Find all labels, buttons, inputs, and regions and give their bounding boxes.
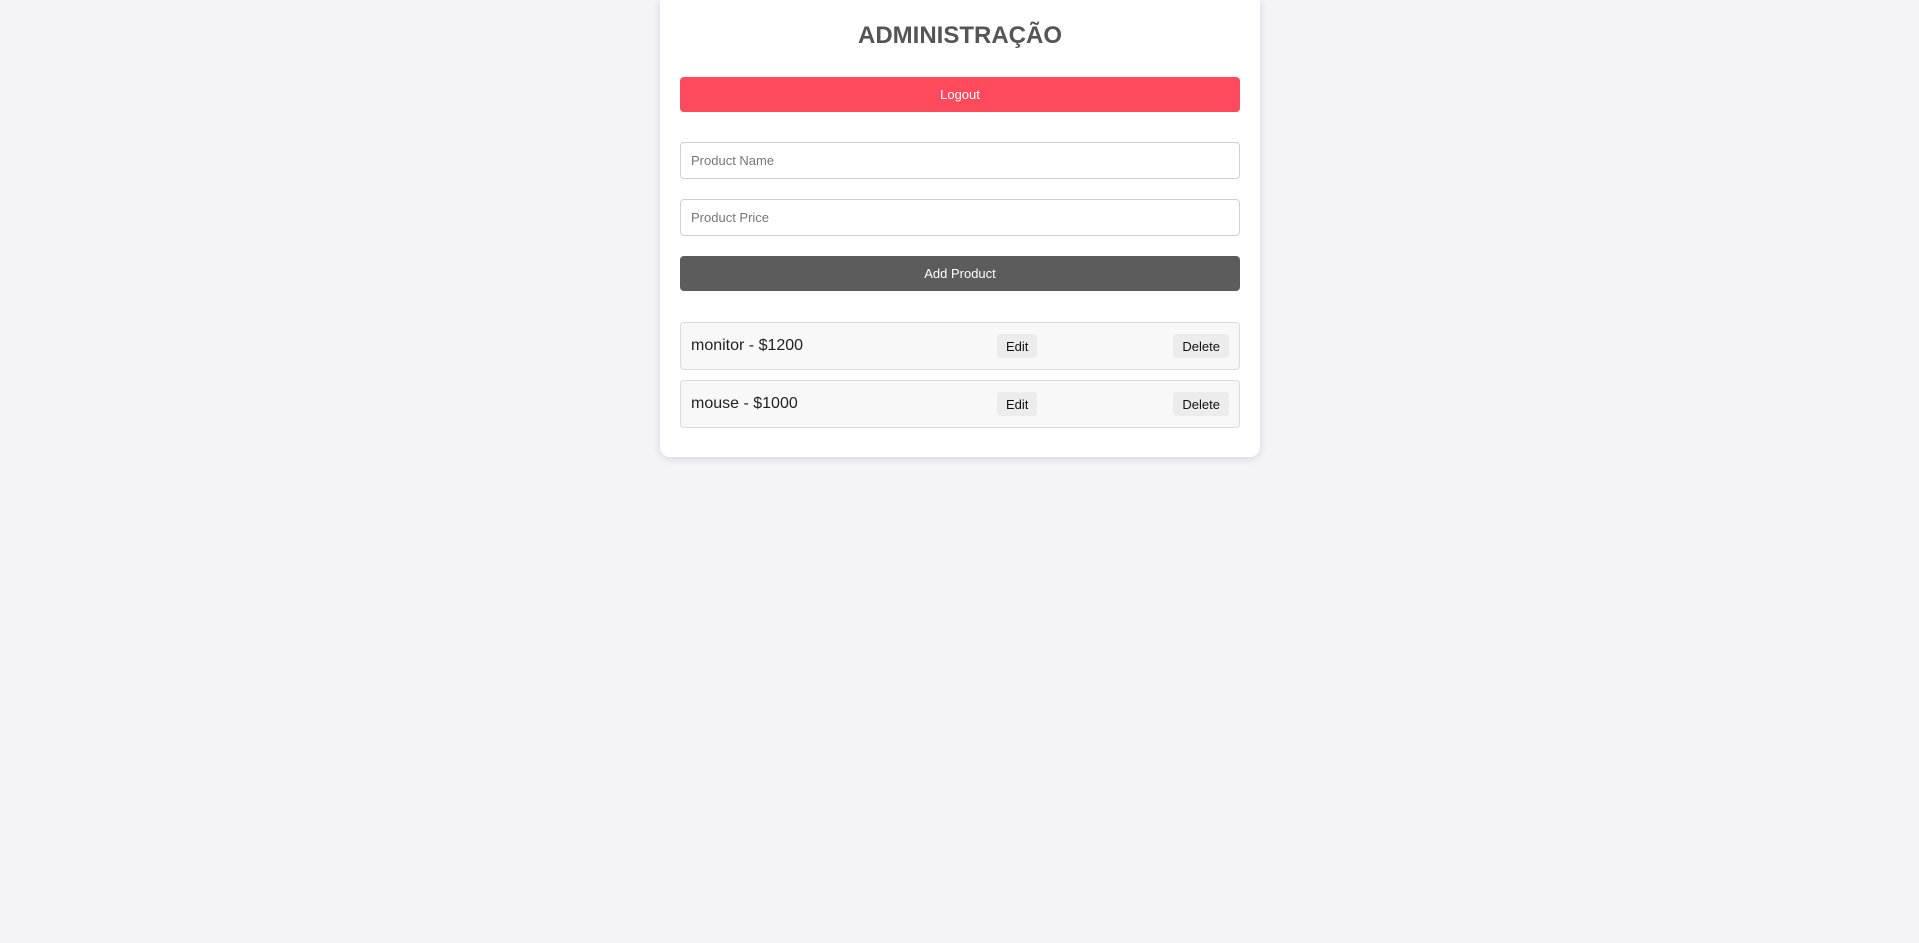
delete-button[interactable]: Delete	[1173, 334, 1229, 358]
product-item: monitor - $1200 Edit Delete	[680, 322, 1240, 370]
product-label: monitor - $1200	[691, 337, 804, 354]
product-item: mouse - $1000 Edit Delete	[680, 380, 1240, 428]
admin-card: ADMINISTRAÇÃO Logout Add Product monitor…	[660, 0, 1260, 457]
product-list: monitor - $1200 Edit Delete mouse - $100…	[680, 322, 1240, 428]
edit-button[interactable]: Edit	[997, 392, 1038, 416]
logout-button[interactable]: Logout	[680, 77, 1240, 112]
delete-button[interactable]: Delete	[1173, 392, 1229, 416]
product-price-input[interactable]	[680, 199, 1240, 236]
page-title: ADMINISTRAÇÃO	[858, 22, 1062, 49]
add-product-button[interactable]: Add Product	[680, 256, 1240, 291]
product-name-input[interactable]	[680, 142, 1240, 179]
edit-button[interactable]: Edit	[997, 334, 1038, 358]
product-label: mouse - $1000	[691, 395, 798, 412]
